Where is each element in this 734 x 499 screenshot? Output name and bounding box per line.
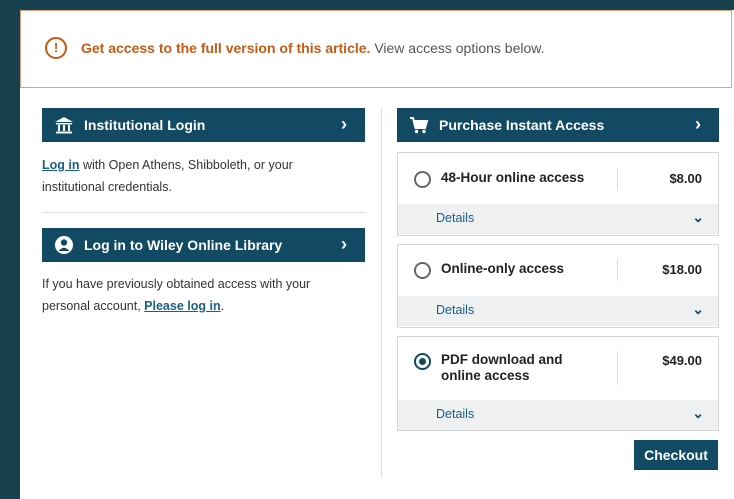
option-price: $49.00 <box>662 353 702 368</box>
institutional-text: Log in with Open Athens, Shibboleth, or … <box>42 154 293 198</box>
option-price: $8.00 <box>669 171 702 186</box>
radio-48-hour[interactable] <box>414 171 431 188</box>
cart-icon <box>410 117 429 134</box>
info-icon: ! <box>45 37 67 59</box>
details-label: Details <box>436 407 475 421</box>
wiley-text-2: personal account, <box>42 299 141 313</box>
checkout-button[interactable]: Checkout <box>634 440 718 470</box>
details-toggle[interactable]: Details ⌄ <box>398 296 718 326</box>
purchase-label: Purchase Instant Access <box>439 117 605 133</box>
user-icon <box>55 236 73 254</box>
please-log-in-link[interactable]: Please log in <box>144 299 220 313</box>
wiley-login-label: Log in to Wiley Online Library <box>84 237 283 253</box>
banner-message: Get access to the full version of this a… <box>81 40 545 56</box>
access-panel: ! Get access to the full version of this… <box>20 10 734 499</box>
radio-pdf-download[interactable] <box>414 353 431 370</box>
option-name-line2: online access <box>441 368 530 383</box>
banner-rest: View access options below. <box>374 40 545 56</box>
wiley-text-1: If you have previously obtained access w… <box>42 277 311 291</box>
institution-icon <box>55 117 73 134</box>
option-name: 48-Hour online access <box>441 170 585 185</box>
radio-online-only[interactable] <box>414 262 431 279</box>
chevron-right-icon: › <box>341 114 347 134</box>
details-toggle[interactable]: Details ⌄ <box>398 204 718 234</box>
chevron-right-icon: › <box>341 234 347 254</box>
details-toggle[interactable]: Details ⌄ <box>398 400 718 430</box>
institutional-text-1: with Open Athens, Shibboleth, or your <box>82 158 293 172</box>
banner-strong: Get access to the full version of this a… <box>81 40 371 56</box>
institutional-login-button[interactable]: Institutional Login › <box>42 108 365 142</box>
details-label: Details <box>436 303 475 317</box>
option-separator <box>617 351 618 385</box>
access-banner: ! Get access to the full version of this… <box>20 10 732 88</box>
purchase-instant-access-button[interactable]: Purchase Instant Access › <box>397 108 719 142</box>
option-separator <box>617 259 618 281</box>
divider <box>42 212 365 213</box>
option-name: PDF download and online access <box>441 352 563 384</box>
chevron-right-icon: › <box>695 114 701 134</box>
column-divider <box>381 108 382 478</box>
option-pdf-download[interactable]: PDF download and online access $49.00 De… <box>397 336 719 431</box>
log-in-link[interactable]: Log in <box>42 158 80 172</box>
option-48-hour[interactable]: 48-Hour online access $8.00 Details ⌄ <box>397 152 719 236</box>
option-separator <box>617 168 618 190</box>
option-price: $18.00 <box>662 262 702 277</box>
chevron-down-icon: ⌄ <box>692 301 704 317</box>
chevron-down-icon: ⌄ <box>692 405 704 421</box>
wiley-text: If you have previously obtained access w… <box>42 273 310 317</box>
details-label: Details <box>436 211 475 225</box>
wiley-text-3: . <box>220 299 225 313</box>
option-name-line1: PDF download and <box>441 352 563 367</box>
institutional-login-label: Institutional Login <box>84 117 206 133</box>
option-name: Online-only access <box>441 261 565 276</box>
chevron-down-icon: ⌄ <box>692 209 704 225</box>
institutional-text-2: institutional credentials. <box>42 180 172 194</box>
option-online-only[interactable]: Online-only access $18.00 Details ⌄ <box>397 244 719 328</box>
wiley-login-button[interactable]: Log in to Wiley Online Library › <box>42 228 365 262</box>
